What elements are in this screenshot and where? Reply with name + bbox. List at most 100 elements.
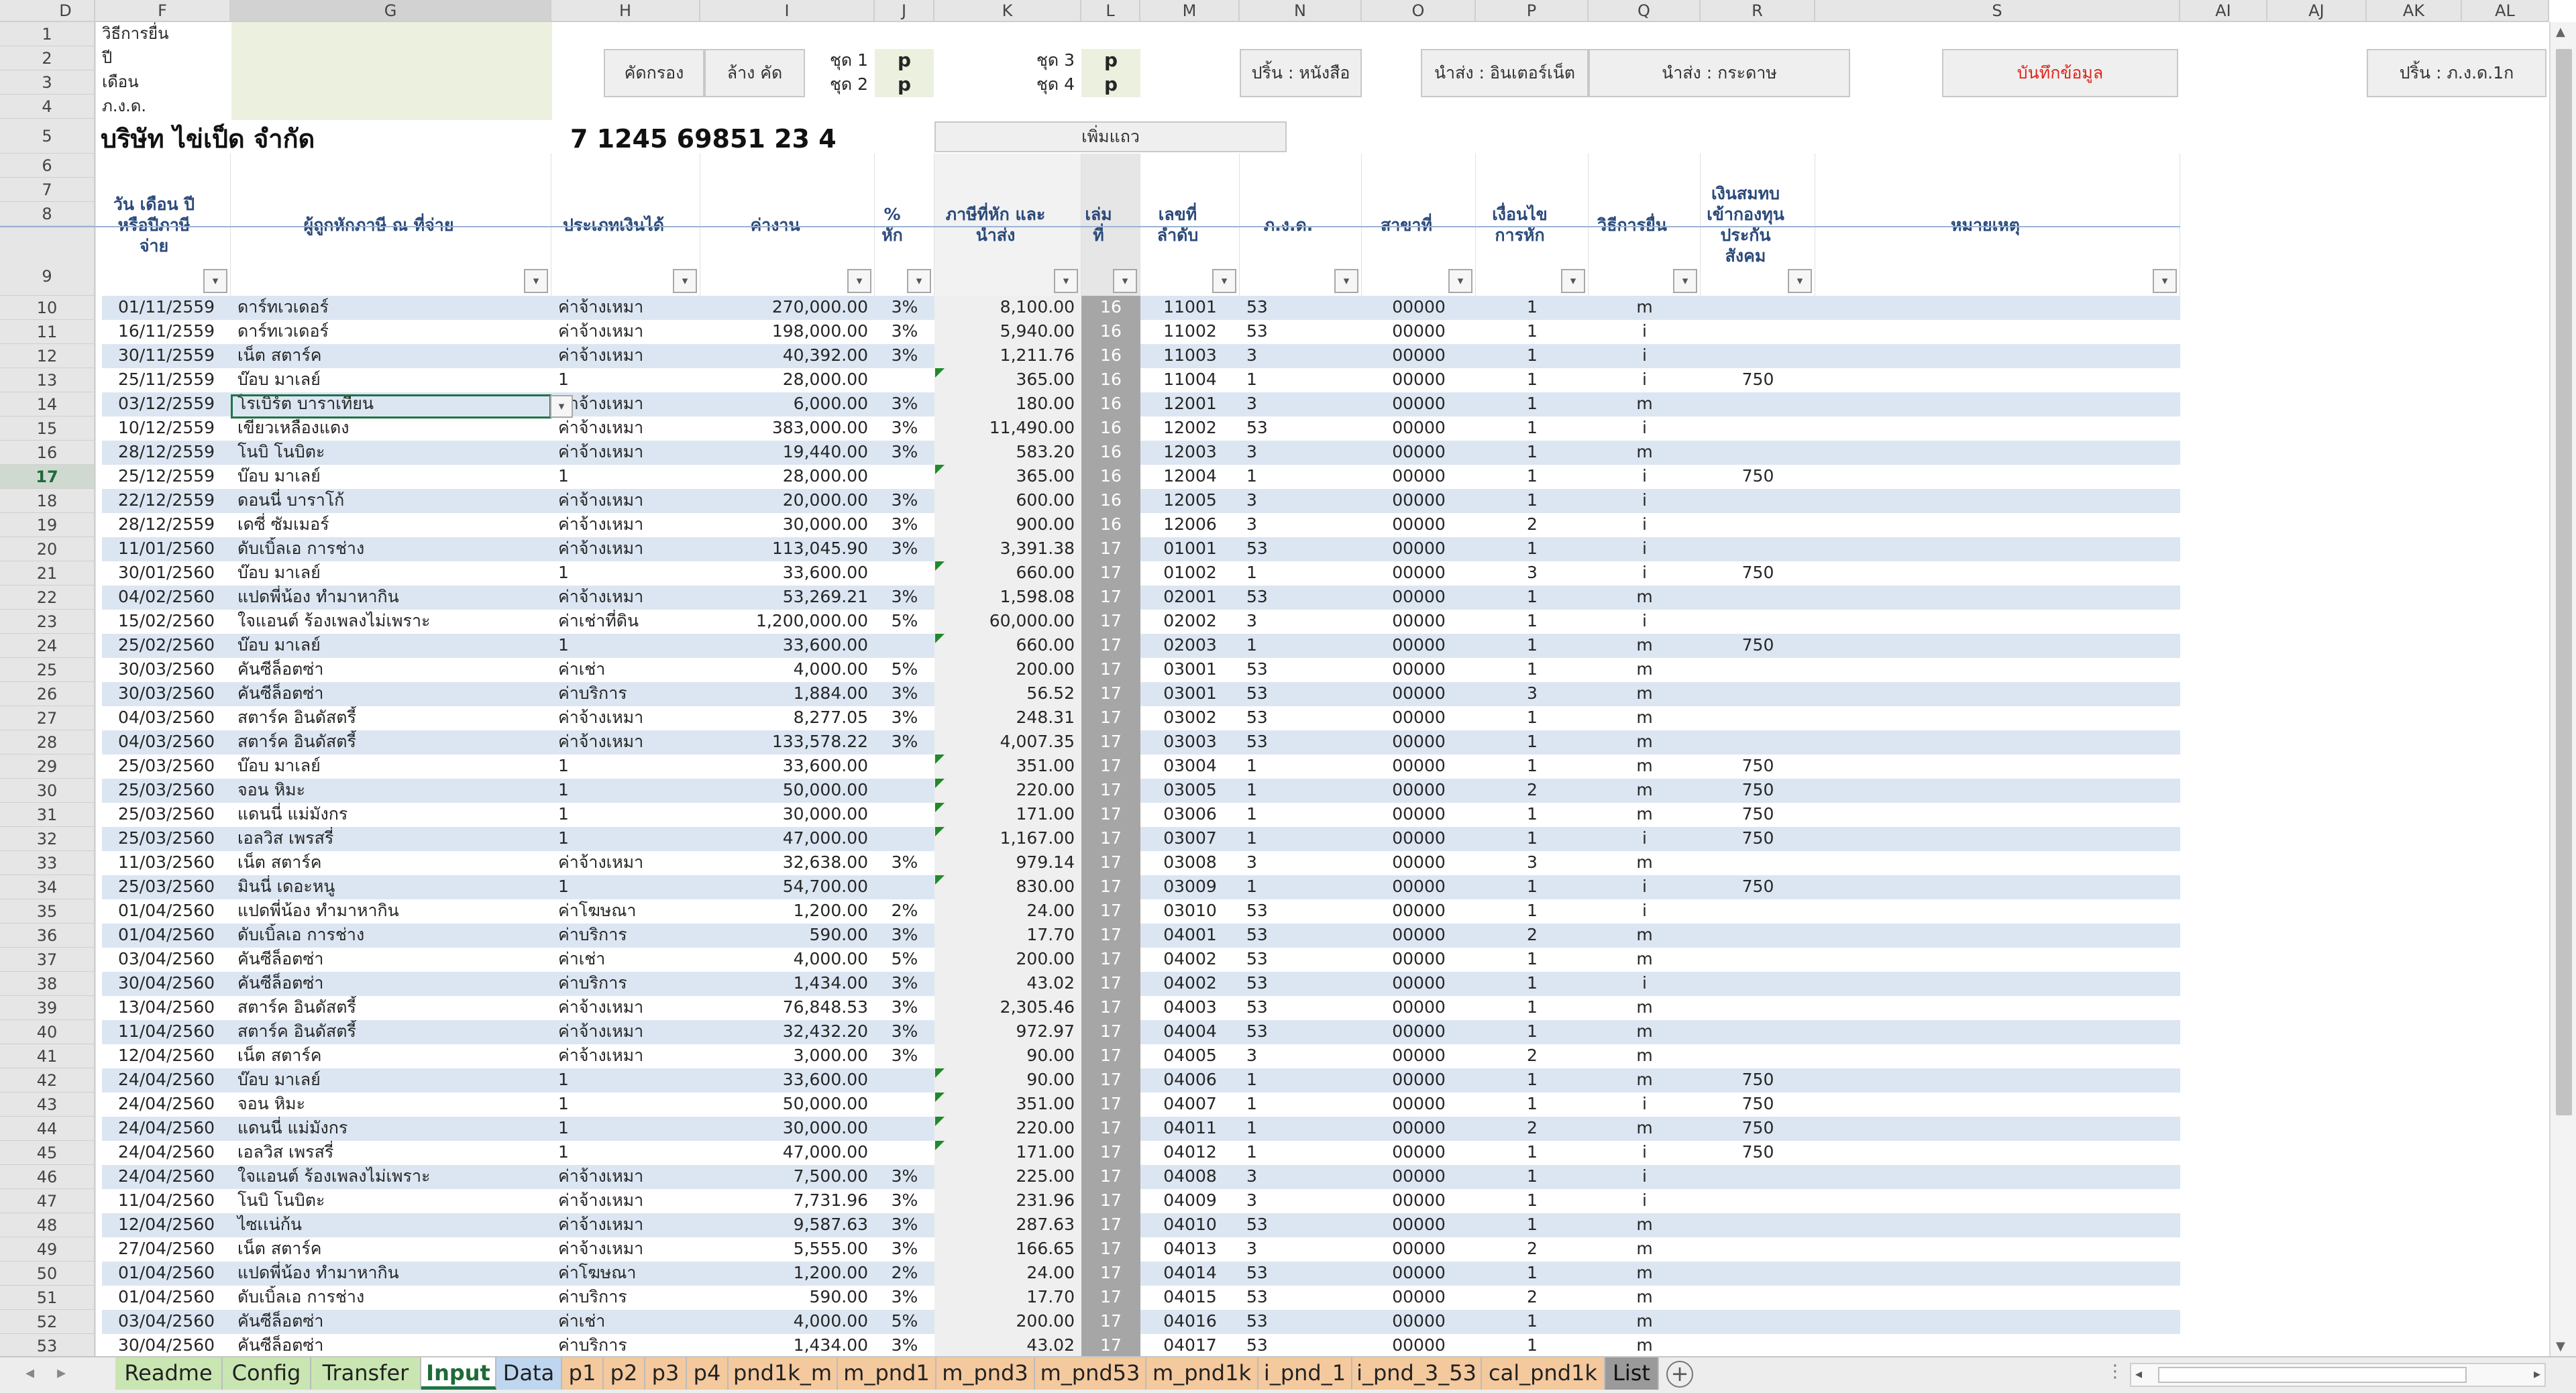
cell-g[interactable]: บ๊อบ มาเลย์ [231,561,551,586]
cell-k[interactable]: 90.00 [934,1044,1081,1068]
cell-f[interactable]: 27/04/2560 [102,1237,231,1262]
cell-k[interactable]: 1,598.08 [934,586,1081,610]
column-header-i[interactable]: I [700,0,875,22]
row-header[interactable]: 25 [0,658,95,682]
cell-q[interactable]: m [1589,634,1701,658]
cell-g[interactable]: ใจแอนต์ ร้องเพลงไม่เพราะ [231,1165,551,1189]
cell-g[interactable]: ดอนนี่ บาราโก้ [231,489,551,513]
cell-o[interactable]: 00000 [1362,706,1476,730]
cell-n[interactable]: 3 [1240,344,1362,368]
cell-o[interactable]: 00000 [1362,392,1476,416]
cell-l[interactable]: 17 [1081,779,1140,803]
cell-q[interactable]: m [1589,682,1701,706]
column-header-s[interactable]: S [1815,0,2180,22]
cell-m[interactable]: 04016 [1140,1310,1240,1334]
cell-q[interactable]: i [1589,1189,1701,1213]
cell-r[interactable] [1701,416,1815,441]
cell-m[interactable]: 04009 [1140,1189,1240,1213]
cell-r[interactable]: 750 [1701,1093,1815,1117]
row-header[interactable]: 49 [0,1237,95,1262]
cell-f[interactable]: 11/01/2560 [102,537,231,561]
filter-dropdown-icon[interactable]: ▾ [673,269,697,293]
cell-j[interactable]: 3% [875,1044,934,1068]
cell-q[interactable]: i [1589,1141,1701,1165]
cell-n[interactable]: 3 [1240,513,1362,537]
row-header[interactable]: 24 [0,634,95,658]
cell-h[interactable]: ค่าจ้างเหมา [551,730,700,755]
cell-n[interactable]: 3 [1240,1189,1362,1213]
row-header[interactable]: 10 [0,296,95,320]
cell-l[interactable]: 17 [1081,1020,1140,1044]
cell-k[interactable]: 1,167.00 [934,827,1081,851]
tab-p2[interactable]: p2 [604,1357,645,1390]
cell-g[interactable]: บ๊อบ มาเลย์ [231,634,551,658]
cell-o[interactable]: 00000 [1362,320,1476,344]
cell-i[interactable]: 19,440.00 [700,441,875,465]
cell-i[interactable]: 590.00 [700,924,875,948]
cell-r[interactable]: 750 [1701,1117,1815,1141]
cell-r[interactable] [1701,1237,1815,1262]
cell-i[interactable]: 9,587.63 [700,1213,875,1237]
cell-g[interactable]: เน็ต สตาร์ค [231,344,551,368]
cell-o[interactable]: 00000 [1362,1093,1476,1117]
cell-p[interactable]: 1 [1476,296,1589,320]
cell-r[interactable] [1701,1213,1815,1237]
cell-k[interactable]: 43.02 [934,1334,1081,1356]
row-header[interactable]: 51 [0,1286,95,1310]
cell-k[interactable]: 351.00 [934,755,1081,779]
cell-n[interactable]: 53 [1240,682,1362,706]
set-value[interactable]: p [1081,49,1140,73]
cell-m[interactable]: 02002 [1140,610,1240,634]
cell-o[interactable]: 00000 [1362,682,1476,706]
cell-q[interactable]: m [1589,1237,1701,1262]
cell-n[interactable]: 3 [1240,392,1362,416]
cell-r[interactable] [1701,851,1815,875]
cell-i[interactable]: 28,000.00 [700,465,875,489]
cell-m[interactable]: 12001 [1140,392,1240,416]
cell-q[interactable]: m [1589,1044,1701,1068]
cell-m[interactable]: 03005 [1140,779,1240,803]
column-header-n[interactable]: N [1240,0,1362,22]
tab-scroll-right-icon[interactable]: ▸ [57,1363,66,1383]
cell-q[interactable]: i [1589,827,1701,851]
cell-n[interactable]: 3 [1240,1237,1362,1262]
cell-f[interactable]: 01/04/2560 [102,899,231,924]
cell-r[interactable]: 750 [1701,368,1815,392]
cell-h[interactable]: ค่าจ้างเหมา [551,344,700,368]
cell-n[interactable]: 1 [1240,875,1362,899]
cell-r[interactable] [1701,392,1815,416]
clear-filter-button[interactable]: ล้าง คัด [704,49,805,97]
row-header[interactable]: 39 [0,996,95,1020]
cell-g[interactable]: บ๊อบ มาเลย์ [231,1068,551,1093]
cell-n[interactable]: 3 [1240,489,1362,513]
cell-h[interactable]: 1 [551,827,700,851]
cell-n[interactable]: 3 [1240,441,1362,465]
column-header-aj[interactable]: AJ [2267,0,2367,22]
cell-l[interactable]: 17 [1081,706,1140,730]
cell-f[interactable]: 25/03/2560 [102,803,231,827]
cell-h[interactable]: ค่าโฆษณา [551,1262,700,1286]
cell-f[interactable]: 25/02/2560 [102,634,231,658]
cell-j[interactable]: 3% [875,513,934,537]
cell-h[interactable]: ค่าจ้างเหมา [551,296,700,320]
cell-r[interactable] [1701,610,1815,634]
cell-k[interactable]: 90.00 [934,1068,1081,1093]
cell-k[interactable]: 1,211.76 [934,344,1081,368]
cell-g[interactable]: แปดพี่น้อง ทำมาหากิน [231,899,551,924]
cell-p[interactable]: 2 [1476,513,1589,537]
cell-i[interactable]: 28,000.00 [700,368,875,392]
cell-m[interactable]: 04014 [1140,1262,1240,1286]
cell-r[interactable] [1701,1334,1815,1356]
cell-n[interactable]: 3 [1240,610,1362,634]
cell-m[interactable]: 02003 [1140,634,1240,658]
cell-i[interactable]: 1,200.00 [700,1262,875,1286]
cell-j[interactable]: 3% [875,1286,934,1310]
cell-q[interactable]: i [1589,465,1701,489]
cell-g[interactable]: แปดพี่น้อง ทำมาหากิน [231,586,551,610]
cell-o[interactable]: 00000 [1362,1068,1476,1093]
cell-m[interactable]: 04005 [1140,1044,1240,1068]
cell-f[interactable]: 03/04/2560 [102,1310,231,1334]
cell-k[interactable]: 220.00 [934,779,1081,803]
cell-p[interactable]: 1 [1476,537,1589,561]
cell-k[interactable]: 979.14 [934,851,1081,875]
